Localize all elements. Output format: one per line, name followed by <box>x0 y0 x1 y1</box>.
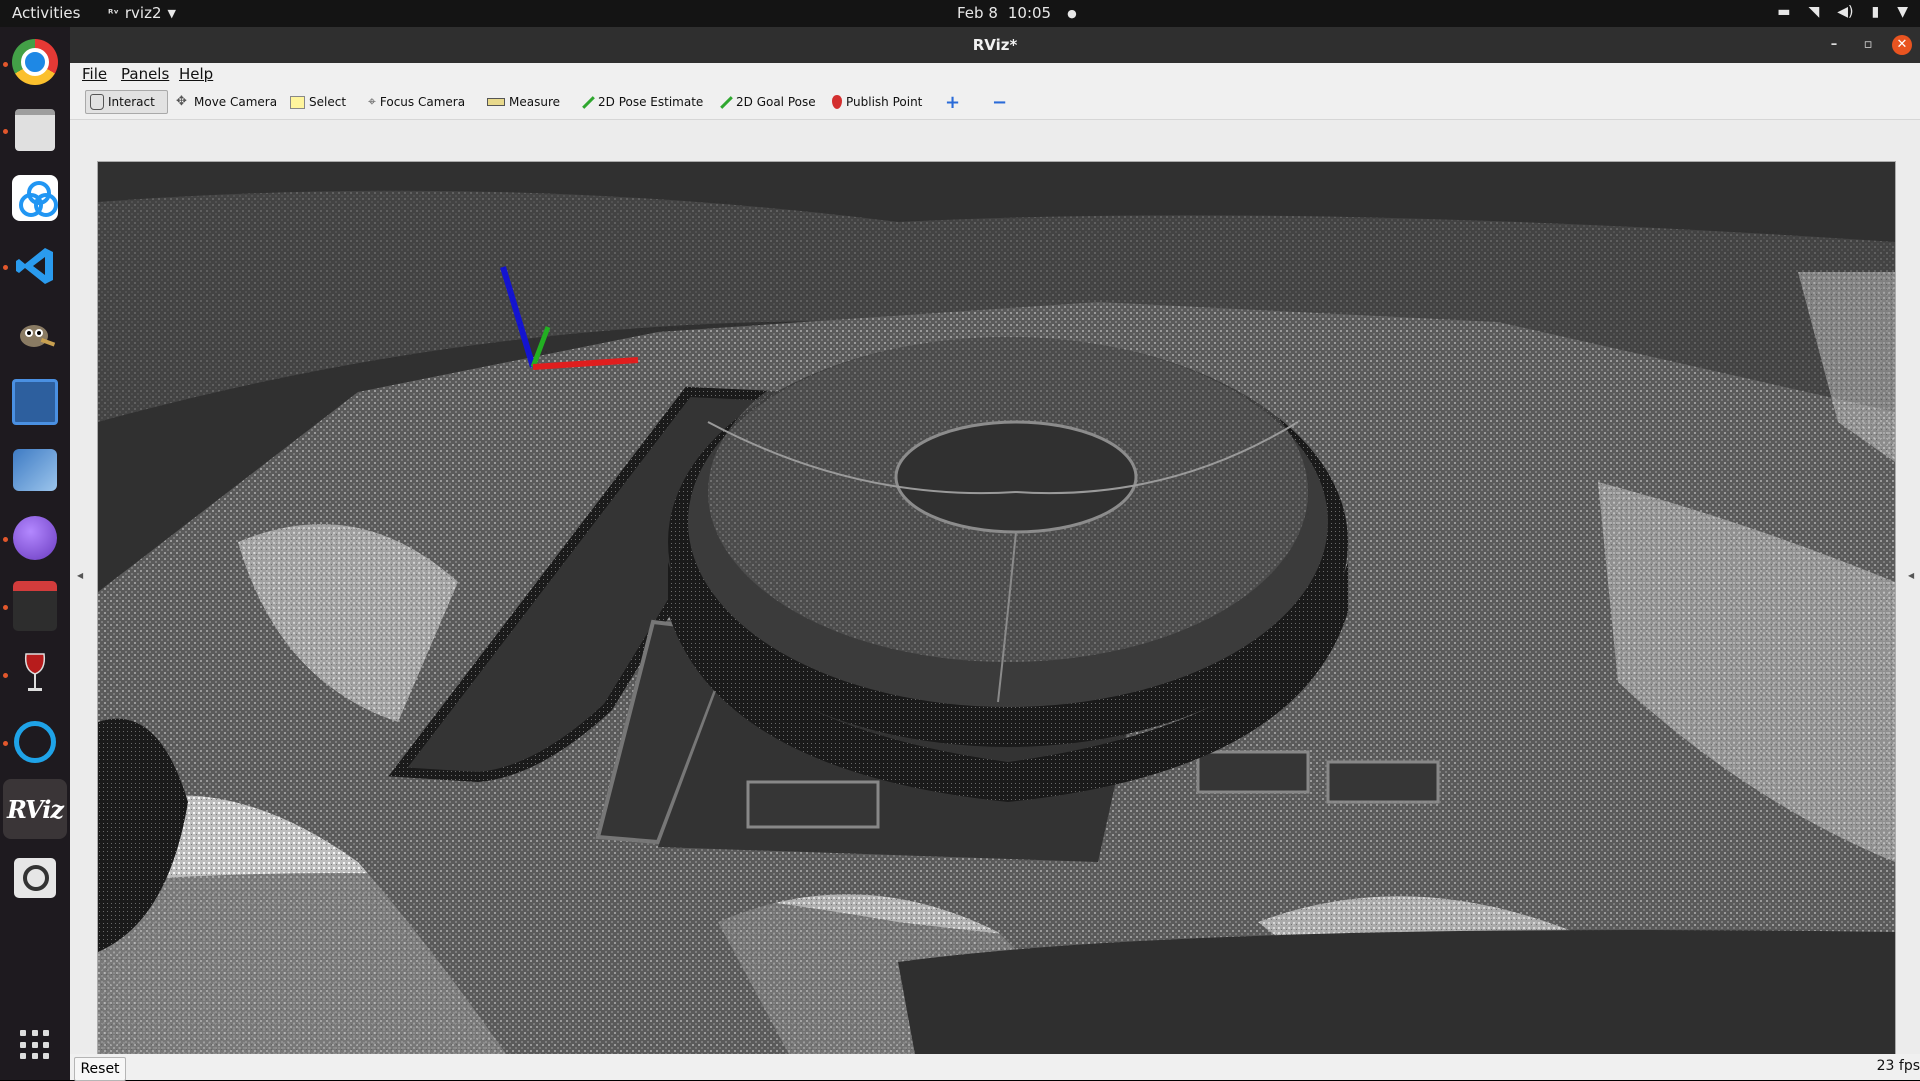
show-applications-button[interactable] <box>10 1020 60 1070</box>
dock-item-gimp[interactable] <box>10 309 60 359</box>
tool-bar: Interact ✥ Move Camera Select ⌖ Focus Ca… <box>70 85 1920 120</box>
menu-panels[interactable]: Panels <box>121 65 169 83</box>
running-indicator <box>3 673 8 678</box>
tool-publish-point[interactable]: Publish Point <box>828 90 926 114</box>
tool-pose-estimate-label: 2D Pose Estimate <box>598 95 704 109</box>
dock-item-vscode[interactable] <box>10 241 60 291</box>
magnifier-icon <box>14 858 56 898</box>
activities-button[interactable]: Activities <box>12 4 80 22</box>
dock-item-magnifier[interactable] <box>10 853 60 903</box>
tool-focus-camera[interactable]: ⌖ Focus Camera <box>364 90 469 114</box>
point-cloud-view <box>98 162 1895 1071</box>
keyboard-icon: ▬ <box>1777 4 1791 20</box>
dock-item-terminal[interactable] <box>10 581 60 631</box>
running-indicator <box>3 129 8 134</box>
add-tool-button[interactable]: + <box>941 90 964 114</box>
running-indicator <box>3 537 8 542</box>
left-dock-handle-icon[interactable]: ◀ <box>77 571 83 580</box>
tool-interact-label: Interact <box>108 95 155 109</box>
dock-item-rviz[interactable]: RViz <box>3 779 67 839</box>
dock-item-baidu-netdisk[interactable] <box>10 173 60 223</box>
green-arrow-icon <box>718 95 732 109</box>
clock-date: Feb 8 <box>957 4 998 22</box>
render-panel-frame: ◀ ◀ <box>70 120 1920 1074</box>
dock-item-browser[interactable] <box>10 513 60 563</box>
volume-icon: ◀) <box>1837 4 1854 20</box>
crosshair-icon: ⌖ <box>368 94 376 110</box>
dock-item-files[interactable] <box>10 105 60 155</box>
tool-2d-goal-pose[interactable]: 2D Goal Pose <box>714 90 820 114</box>
menu-bar: File Panels Help <box>70 63 1920 85</box>
app-grid-icon <box>20 1030 50 1060</box>
remove-tool-button[interactable]: − <box>988 90 1011 114</box>
files-icon <box>15 109 55 151</box>
globe-icon <box>13 516 57 560</box>
wine-glass-icon <box>24 653 46 691</box>
rviz-window: RViz* – ▫ ✕ File Panels Help Interact ✥ … <box>70 27 1920 1081</box>
tool-goal-pose-label: 2D Goal Pose <box>736 95 816 109</box>
menu-file[interactable]: File <box>82 65 107 83</box>
rviz-small-icon: ᴿᵛ <box>108 6 119 20</box>
tool-measure[interactable]: Measure <box>483 90 564 114</box>
vscode-icon <box>16 248 53 284</box>
tool-measure-label: Measure <box>509 95 560 109</box>
monitor-settings-icon <box>13 449 57 491</box>
tool-select[interactable]: Select <box>286 90 350 114</box>
rviz-icon: RViz <box>6 794 64 824</box>
reset-button[interactable]: Reset <box>74 1057 126 1081</box>
screenshot-icon <box>12 379 58 425</box>
running-indicator <box>3 605 8 610</box>
notification-dot-icon: ● <box>1067 6 1077 20</box>
ruler-icon <box>487 98 505 106</box>
dock-item-chrome[interactable] <box>10 37 60 87</box>
cloud-icon <box>12 175 58 221</box>
select-rect-icon <box>290 95 305 109</box>
tool-interact[interactable]: Interact <box>85 90 168 114</box>
fps-readout: 23 fps <box>1876 1058 1920 1074</box>
dock-item-control-center[interactable] <box>10 445 60 495</box>
chrome-icon <box>12 39 58 85</box>
running-indicator <box>3 741 8 746</box>
system-menu-chevron-icon: ▼ <box>1897 4 1908 20</box>
running-indicator <box>3 62 8 67</box>
chevron-down-icon: ▼ <box>167 6 176 20</box>
hand-pointer-icon <box>90 94 104 110</box>
app-menu[interactable]: ᴿᵛ rviz2 ▼ <box>108 4 176 22</box>
app-menu-label: rviz2 <box>124 4 162 22</box>
close-button[interactable]: ✕ <box>1892 35 1912 55</box>
menu-help[interactable]: Help <box>179 65 213 83</box>
tool-focus-camera-label: Focus Camera <box>379 95 466 109</box>
tool-move-camera-label: Move Camera <box>194 95 278 109</box>
clock[interactable]: Feb 8 10:05 ● <box>957 4 1077 22</box>
tool-2d-pose-estimate[interactable]: 2D Pose Estimate <box>576 90 707 114</box>
minus-icon: − <box>992 91 1008 113</box>
map-pin-icon <box>832 95 842 109</box>
green-arrow-icon <box>580 95 594 109</box>
minimize-button[interactable]: – <box>1824 35 1844 55</box>
clock-time: 10:05 <box>1007 4 1052 22</box>
3d-render-viewport[interactable] <box>97 161 1896 1072</box>
tool-move-camera[interactable]: ✥ Move Camera <box>172 90 281 114</box>
running-indicator <box>3 265 8 270</box>
move-arrows-icon: ✥ <box>176 94 187 109</box>
status-bar: Reset 23 fps <box>70 1054 1920 1081</box>
dock-item-wine[interactable] <box>10 649 60 699</box>
battery-icon: ▮ <box>1871 4 1880 20</box>
wifi-icon: ◥ <box>1808 4 1820 20</box>
maximize-button[interactable]: ▫ <box>1858 35 1878 55</box>
window-titlebar[interactable]: RViz* – ▫ ✕ <box>70 27 1920 63</box>
dock-item-search-app[interactable] <box>10 717 60 767</box>
plus-icon: + <box>945 91 961 113</box>
tool-publish-point-label: Publish Point <box>846 95 923 109</box>
tool-select-label: Select <box>309 95 347 109</box>
gnome-top-bar: Activities ᴿᵛ rviz2 ▼ Feb 8 10:05 ● ▬ ◥ … <box>0 0 1920 27</box>
right-dock-handle-icon[interactable]: ◀ <box>1908 571 1914 580</box>
dock: RViz <box>0 27 70 1080</box>
search-icon <box>14 721 56 763</box>
gimp-icon <box>20 325 56 347</box>
terminal-icon <box>13 581 57 631</box>
dock-item-screenshot[interactable] <box>10 377 60 427</box>
window-title: RViz* <box>972 36 1018 54</box>
system-tray[interactable]: ▬ ◥ ◀) ▮ ▼ <box>1777 4 1908 20</box>
